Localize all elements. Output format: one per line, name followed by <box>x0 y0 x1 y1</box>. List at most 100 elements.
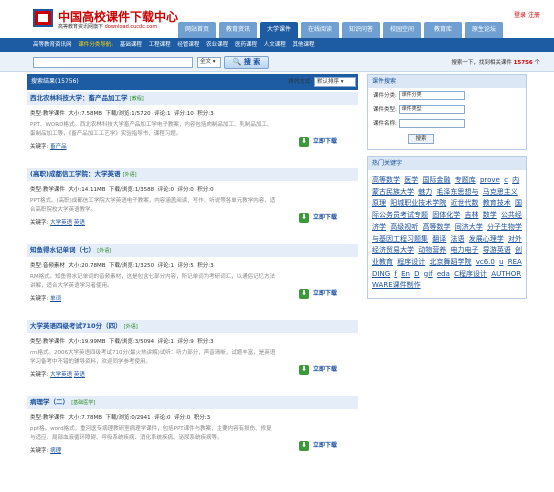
subnav-agriculture[interactable]: 农业课程 <box>206 42 228 48</box>
meta-label: 评分: <box>177 263 191 269</box>
result-title[interactable]: 西北农林科技大学：畜产品加工学 <box>30 94 128 102</box>
hot-keyword-link[interactable]: 电力电子 <box>450 246 478 254</box>
hot-keyword-link[interactable]: 法语 <box>450 235 464 243</box>
hot-keyword-link[interactable]: 数学 <box>483 211 497 219</box>
nav-tab-home[interactable]: 网站首页 <box>178 22 216 38</box>
site-domain[interactable]: download.cucdc.com <box>105 24 158 30</box>
keyword-link[interactable]: 英语 <box>74 372 85 378</box>
hot-keyword-link[interactable]: 动物营养 <box>418 246 446 254</box>
subnav-other[interactable]: 其他课程 <box>292 42 314 48</box>
result-tag[interactable]: [教程] <box>130 96 144 102</box>
meta-label: 积分: <box>193 415 207 421</box>
download-button[interactable]: ⬇ 立即下载 <box>299 364 343 376</box>
subnav-engineering[interactable]: 工程课程 <box>149 42 171 48</box>
hot-keyword-link[interactable]: En <box>401 270 410 278</box>
result-title-bar: 西北农林科技大学：畜产品加工学 [教程] <box>27 92 358 105</box>
result-tag[interactable]: [外语] <box>124 324 138 330</box>
meta-type: 教学课件 <box>42 415 65 421</box>
hot-keyword-link[interactable]: 程序设计 <box>397 258 425 266</box>
hot-keyword-link[interactable]: 国际金融 <box>422 176 450 184</box>
name-input[interactable] <box>398 119 465 128</box>
subnav-management[interactable]: 经管课程 <box>177 42 199 48</box>
hot-keyword-link[interactable]: 魅力 <box>418 188 432 196</box>
subnav-humanities[interactable]: 人文课程 <box>264 42 286 48</box>
hot-keyword-link[interactable]: gif <box>424 270 433 278</box>
hot-keywords-list: 高等数学 医学 国际金融 专题库 prove c 内蒙古民族大学 魅力 毛泽东思… <box>368 170 526 298</box>
hot-keyword-link[interactable]: C程序设计 <box>454 270 487 278</box>
sort-value: 默认排序 <box>317 78 340 85</box>
keyword-link[interactable]: 单词 <box>50 296 61 302</box>
keywords-label: 关键字: <box>30 296 49 302</box>
hot-keyword-link[interactable]: 高等数学 <box>372 176 400 184</box>
meta-label: 下载/浏览: <box>105 111 132 117</box>
keyword-link[interactable]: 大学英语 <box>50 372 72 378</box>
category-nav: 高等教育资讯网 课件分类导航: 基础课程 工程课程 经管课程 农业课程 医药课程… <box>0 38 554 52</box>
keywords-label: 关键字: <box>30 220 49 226</box>
subnav-medicine[interactable]: 医药课程 <box>235 42 257 48</box>
hot-keyword-link[interactable]: 导游英语 <box>483 246 511 254</box>
nav-tab-qa[interactable]: 知识问答 <box>342 22 380 38</box>
nav-tab-campus[interactable]: 校园空间 <box>383 22 421 38</box>
hot-keyword-link[interactable]: 教育技术 <box>483 199 511 207</box>
nav-tab-forum[interactable]: 原生论坛 <box>465 22 503 38</box>
hot-keyword-link[interactable]: 专题库 <box>455 176 476 184</box>
hot-keyword-link[interactable]: 同济大学 <box>455 223 483 231</box>
download-button[interactable]: ⬇ 立即下载 <box>299 136 343 148</box>
subnav-basic[interactable]: 基础课程 <box>120 42 142 48</box>
type-select[interactable]: 课件类型 <box>398 105 465 114</box>
search-button[interactable]: 🔍 搜 索 <box>224 56 269 69</box>
result-tag[interactable]: [外语] <box>97 248 111 254</box>
result-title[interactable]: 病理学（二） <box>30 398 69 406</box>
sidebar-search-button[interactable]: 搜索 <box>408 134 434 144</box>
nav-tab-reading[interactable]: 在线阅读 <box>301 22 339 38</box>
meta-comments: 0 <box>170 187 174 193</box>
result-title[interactable]: 大学英语四级考试710分（四） <box>30 322 122 330</box>
hot-keyword-link[interactable]: 高级视听 <box>390 223 418 231</box>
download-icon: ⬇ <box>299 289 309 299</box>
meta-label: 类型: <box>30 187 43 193</box>
result-tag[interactable]: [基础医学] <box>71 400 95 406</box>
keyword-link[interactable]: 病理 <box>50 448 61 454</box>
hot-keyword-link[interactable]: eda <box>437 270 450 278</box>
category-select[interactable]: 课件分类 <box>398 91 465 100</box>
hot-keyword-link[interactable]: prove <box>480 176 500 184</box>
category-value: 课件分类 <box>401 92 422 98</box>
keyword-link[interactable]: 畜产品 <box>50 144 67 150</box>
hot-keyword-link[interactable]: 近世代数 <box>450 199 478 207</box>
nav-tab-library[interactable]: 教育库 <box>424 22 462 38</box>
hot-keyword-link[interactable]: 高等数学 <box>422 223 450 231</box>
hot-keyword-link[interactable]: 吉林 <box>464 211 478 219</box>
result-title[interactable]: (高职)成都信工学院：大学英语 <box>30 170 120 178</box>
register-link[interactable]: 注册 <box>528 12 540 19</box>
site-logo[interactable] <box>33 9 53 27</box>
hot-keyword-link[interactable]: 发展心理学 <box>469 235 504 243</box>
hot-keyword-link[interactable]: 翻译 <box>432 235 446 243</box>
hot-keyword-link[interactable]: 阳城职业技术学院 <box>390 199 446 207</box>
download-button[interactable]: ⬇ 立即下载 <box>299 288 343 300</box>
download-button[interactable]: ⬇ 立即下载 <box>299 212 343 224</box>
keyword-link[interactable]: 大学英语 <box>50 220 72 226</box>
login-link[interactable]: 登录 <box>514 12 526 19</box>
hot-keyword-link[interactable]: 固体化学 <box>432 211 460 219</box>
meta-label: 大小: <box>68 415 82 421</box>
nav-tab-courseware[interactable]: 大学课件 <box>260 22 298 38</box>
hot-keyword-link[interactable]: D <box>414 270 419 278</box>
keyword-link[interactable]: 英语 <box>74 220 85 226</box>
hot-keyword-link[interactable]: c <box>504 176 508 184</box>
hot-keyword-link[interactable]: u <box>499 258 503 266</box>
hot-keyword-link[interactable]: vc6.0 <box>476 258 495 266</box>
hot-keyword-link[interactable]: 北京舞蹈学院 <box>429 258 471 266</box>
result-tag[interactable]: [外语] <box>123 172 137 178</box>
site-subtitle: 高等教育资讯网旗下 download.cucdc.com <box>58 23 157 30</box>
result-title[interactable]: 知鱼得水记单词（七） <box>30 246 95 254</box>
download-button[interactable]: ⬇ 立即下载 <box>299 440 343 452</box>
hot-keyword-link[interactable]: 医学 <box>404 176 418 184</box>
hot-keyword-link[interactable]: f <box>394 270 396 278</box>
sort-select[interactable]: 默认排序 ▾ <box>314 76 356 87</box>
hot-keyword-link[interactable]: 毛泽东思想与 <box>436 188 478 196</box>
search-scope-select[interactable]: 全文 ▾ <box>197 57 221 68</box>
search-input[interactable] <box>33 57 193 68</box>
nav-tab-news[interactable]: 教育资讯 <box>219 22 257 38</box>
subnav-home[interactable]: 高等教育资讯网 <box>33 42 72 48</box>
meta-points: 0 <box>210 187 214 193</box>
